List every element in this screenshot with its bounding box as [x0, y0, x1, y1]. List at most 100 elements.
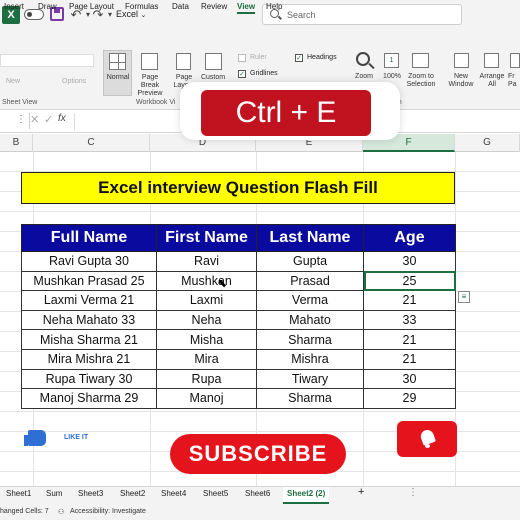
table-cell[interactable]: Mishra — [256, 348, 364, 370]
table-cell[interactable]: Ravi — [156, 251, 257, 272]
table-cell[interactable]: Misha — [156, 329, 257, 350]
table-cell[interactable]: Rupa — [156, 368, 257, 390]
table-cell[interactable]: Sharma — [256, 329, 364, 350]
gridlines-label: Gridlines — [250, 70, 278, 77]
table-cell[interactable]: Gupta — [256, 251, 364, 272]
table-cell[interactable]: 21 — [363, 329, 456, 350]
table-cell[interactable]: Sharma — [256, 388, 364, 409]
table-cell[interactable]: 30 — [363, 368, 456, 390]
table-cell[interactable]: Mira Mishra 21 — [21, 348, 157, 370]
header-first-name[interactable]: First Name — [156, 224, 257, 252]
table-cell[interactable]: Prasad — [256, 270, 364, 292]
tab-page-layout[interactable]: Page Layout — [69, 2, 114, 11]
table-cell[interactable]: Rupa Tiwary 30 — [21, 368, 157, 390]
sheet-view-new[interactable]: New — [6, 78, 20, 85]
freeze-panes-icon[interactable] — [510, 53, 520, 68]
group-label-workbook-views: Workbook Vi — [136, 99, 176, 106]
table-row: Mira Mishra 21 Mira Mishra 21 — [21, 348, 456, 370]
search-input[interactable]: Search — [262, 4, 462, 25]
zoom-label[interactable]: Zoom — [350, 73, 378, 81]
zoom-to-selection-label[interactable]: Zoom to Selection — [404, 73, 438, 89]
zoom-100-icon[interactable]: 1 — [384, 53, 399, 68]
arrange-all-icon[interactable] — [484, 53, 499, 68]
tab-review[interactable]: Review — [201, 2, 227, 11]
table-cell[interactable]: Laxmi — [156, 290, 257, 311]
table-cell[interactable]: 21 — [363, 290, 456, 311]
tab-help[interactable]: Help — [266, 2, 282, 11]
namebox-dropdown-icon[interactable]: ⋮ — [16, 114, 26, 125]
table-cell[interactable]: 29 — [363, 388, 456, 409]
table-cell[interactable]: Verma — [256, 290, 364, 311]
headings-label: Headings — [307, 54, 337, 61]
bell-clapper — [425, 444, 430, 448]
page-layout-view-icon[interactable] — [176, 53, 191, 70]
flash-fill-options-icon[interactable]: ≡ — [458, 291, 470, 303]
accessibility-icon[interactable]: ⚇ — [58, 508, 64, 516]
table-row: Neha Mahato 33 Neha Mahato 33 — [21, 309, 456, 331]
table-cell[interactable]: Manoj Sharma 29 — [21, 388, 157, 409]
new-window-icon[interactable] — [454, 53, 469, 68]
status-accessibility[interactable]: Accessibility: Investigate — [70, 508, 146, 515]
thumbs-up-icon[interactable] — [24, 430, 46, 446]
header-last-name[interactable]: Last Name — [256, 224, 364, 252]
column-header-g[interactable]: G — [455, 134, 520, 152]
tab-formulas[interactable]: Formulas — [125, 2, 158, 11]
arrange-all-label[interactable]: Arrange All — [478, 73, 506, 89]
table-cell[interactable]: 33 — [363, 309, 456, 331]
cancel-icon[interactable]: ✕ — [30, 113, 39, 126]
table-cell[interactable]: Mushkan — [156, 270, 257, 292]
tab-view[interactable]: View — [237, 2, 256, 14]
ruler-label: Ruler — [250, 54, 267, 61]
add-sheet-button[interactable]: + — [358, 486, 364, 498]
table-cell[interactable]: 30 — [363, 251, 456, 272]
table-cell[interactable]: Mira — [156, 348, 257, 370]
page-break-preview-label[interactable]: Page Break Preview — [132, 74, 168, 98]
custom-views-icon[interactable] — [205, 53, 222, 70]
page-break-preview-icon[interactable] — [141, 53, 158, 70]
ruler-checkbox[interactable] — [238, 54, 246, 62]
sheet-tab-sum[interactable]: Sum — [46, 489, 62, 498]
header-full-name[interactable]: Full Name — [21, 224, 157, 252]
tab-insert[interactable]: Insert — [4, 2, 24, 11]
table-cell[interactable]: Misha Sharma 21 — [21, 329, 157, 350]
insert-function-icon[interactable]: fx — [58, 113, 66, 124]
new-window-label[interactable]: New Window — [446, 73, 476, 89]
banner-title[interactable]: Excel interview Question Flash Fill — [21, 172, 455, 204]
column-header-b[interactable]: B — [0, 134, 33, 152]
ribbon-tabs — [0, 30, 520, 46]
tab-data[interactable]: Data — [172, 2, 189, 11]
table-cell[interactable]: Laxmi Verma 21 — [21, 290, 157, 311]
table-cell[interactable]: Ravi Gupta 30 — [21, 251, 157, 272]
table-cell[interactable]: Neha Mahato 33 — [21, 309, 157, 331]
gridlines-checkbox[interactable]: ✓ — [238, 70, 246, 78]
header-age[interactable]: Age — [363, 224, 456, 252]
sheet-tab-sheet1[interactable]: Sheet1 — [6, 489, 31, 498]
table-cell[interactable]: Mushkan Prasad 25 — [21, 270, 157, 292]
sheet-tab-sheet5[interactable]: Sheet5 — [203, 489, 228, 498]
chevron-down-icon: ⌄ — [140, 12, 147, 19]
enter-icon[interactable]: ✓ — [44, 113, 53, 126]
sheet-tab-sheet4[interactable]: Sheet4 — [161, 489, 186, 498]
sheet-tab-sheet2[interactable]: Sheet2 — [120, 489, 145, 498]
more-options-icon[interactable]: ⋮ — [408, 487, 418, 498]
column-header-c[interactable]: C — [33, 134, 150, 152]
table-cell[interactable]: Manoj — [156, 388, 257, 409]
sheet-tab-active[interactable]: Sheet2 (2) — [283, 487, 330, 504]
table-cell[interactable]: Mahato — [256, 309, 364, 331]
sheet-view-options[interactable]: Options — [62, 78, 86, 85]
subscribe-button[interactable]: SUBSCRIBE — [170, 434, 346, 474]
selected-cell[interactable]: 25 — [363, 270, 456, 292]
notification-bell-button[interactable] — [397, 421, 457, 457]
sheet-view-select[interactable] — [0, 54, 94, 67]
table-cell[interactable]: Neha — [156, 309, 257, 331]
table-cell[interactable]: Tiwary — [256, 368, 364, 390]
tab-draw[interactable]: Draw — [38, 2, 57, 11]
custom-views-label[interactable]: Custom — [197, 74, 229, 82]
zoom-100-label[interactable]: 100% — [380, 73, 404, 81]
zoom-to-selection-icon[interactable] — [412, 53, 429, 68]
table-cell[interactable]: 21 — [363, 348, 456, 370]
headings-checkbox[interactable]: ✓ — [295, 54, 303, 62]
freeze-panes-label[interactable]: Fr Pa — [508, 73, 520, 89]
sheet-tab-sheet6[interactable]: Sheet6 — [245, 489, 270, 498]
sheet-tab-sheet3[interactable]: Sheet3 — [78, 489, 103, 498]
